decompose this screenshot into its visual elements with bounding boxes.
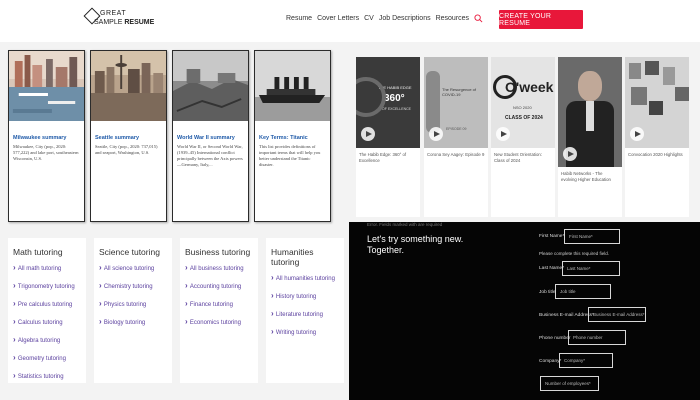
article-description: This list provides definitions of import… <box>259 144 321 168</box>
tutoring-link[interactable]: Statistics tutoring <box>13 371 86 380</box>
video-card-habib-edge[interactable]: THE HABIB EDGE 360° OF EXCELLENCE The Ha… <box>356 57 420 217</box>
tutoring-link[interactable]: Calculus tutoring <box>13 317 86 326</box>
required-field-error: Please complete this required field. <box>539 251 610 256</box>
main-nav: Resume Cover Letters CV Job Descriptions… <box>286 15 469 22</box>
article-card-ww2[interactable]: World War II summary World War II, or Se… <box>172 50 249 222</box>
video-thumbnail: O'week NSO 2020 CLASS OF 2024 <box>491 57 555 148</box>
logo-text-top: GREAT <box>100 10 127 17</box>
tutoring-link[interactable]: Pre calculus tutoring <box>13 299 86 308</box>
tutoring-link[interactable]: Geometry tutoring <box>13 353 86 362</box>
tutoring-link[interactable]: Economics tutoring <box>185 317 258 326</box>
site-logo[interactable]: GREAT SAMPLE RESUME <box>83 7 166 31</box>
play-icon[interactable] <box>496 127 510 141</box>
form-intro-line1: Let's try something new. <box>367 234 464 244</box>
business-tutoring-panel: Business tutoring All business tutoring … <box>180 238 258 383</box>
article-description: Seattle, City (pop., 2020: 737,015) and … <box>95 144 158 156</box>
tutoring-link[interactable]: All humanities tutoring <box>271 273 344 282</box>
article-title[interactable]: World War II summary <box>173 126 248 144</box>
video-thumbnail <box>625 57 689 148</box>
video-caption: Habib Networks - The evolving Higher Edu… <box>561 171 611 182</box>
tutoring-link[interactable]: Chemistry tutoring <box>99 281 172 290</box>
panel-heading: Business tutoring <box>185 247 251 257</box>
form-top-note: Error. Fields marked with are required <box>367 222 443 227</box>
article-description: Milwaukee, City (pop., 2020: 577,222) an… <box>13 144 79 162</box>
play-icon[interactable] <box>563 147 577 161</box>
world-war-ii-image <box>173 51 248 121</box>
math-tutoring-panel: Math tutoring All math tutoring Trigonom… <box>8 238 86 383</box>
contact-form: Error. Fields marked with are required L… <box>349 222 700 400</box>
video-card-convocation[interactable]: Convocation 2020 Highlights <box>625 57 689 217</box>
panel-heading: Humanities tutoring <box>271 247 314 267</box>
tutoring-link[interactable]: History tutoring <box>271 291 344 300</box>
first-name-label: First Name* <box>539 234 565 239</box>
titanic-image <box>255 51 330 121</box>
article-description: World War II, or Second World War, (1939… <box>177 144 243 168</box>
milwaukee-image <box>9 51 84 121</box>
article-title[interactable]: Key Terms: Titanic <box>255 126 330 144</box>
article-title[interactable]: Milwaukee summary <box>9 126 84 144</box>
site-header: GREAT SAMPLE RESUME Resume Cover Letters… <box>0 0 700 42</box>
page: GREAT SAMPLE RESUME Resume Cover Letters… <box>0 0 700 400</box>
nav-cv[interactable]: CV <box>364 15 374 22</box>
video-caption: Corona Sey Aagey: Episode 9 <box>427 152 485 157</box>
email-label: Business E-mail Address* <box>539 313 594 318</box>
tutoring-link[interactable]: Algebra tutoring <box>13 335 86 344</box>
video-thumbnail: THE HABIB EDGE 360° OF EXCELLENCE <box>356 57 420 148</box>
phone-label: Phone number <box>539 336 571 341</box>
panel-heading: Math tutoring <box>13 247 63 257</box>
business-email-field[interactable]: Business E-mail Address* <box>588 307 646 322</box>
video-card-orientation[interactable]: O'week NSO 2020 CLASS OF 2024 New Studen… <box>491 57 555 217</box>
tutoring-link[interactable]: All science tutoring <box>99 263 172 272</box>
video-caption: Convocation 2020 Highlights <box>628 152 683 157</box>
play-icon[interactable] <box>630 127 644 141</box>
search-icon[interactable] <box>474 14 483 23</box>
last-name-label: Last Name* <box>539 266 565 271</box>
play-icon[interactable] <box>429 127 443 141</box>
article-title[interactable]: Seattle summary <box>91 126 166 144</box>
humanities-tutoring-panel: Humanities tutoring All humanities tutor… <box>266 238 344 383</box>
logo-text-bottom: SAMPLE RESUME <box>94 19 155 26</box>
nav-resources[interactable]: Resources <box>436 15 469 22</box>
tutoring-link[interactable]: Finance tutoring <box>185 299 258 308</box>
form-intro-line2: Together. <box>367 245 405 255</box>
tutoring-link[interactable]: Physics tutoring <box>99 299 172 308</box>
first-name-field[interactable]: First Name* <box>564 229 620 244</box>
tutoring-link[interactable]: Accounting tutoring <box>185 281 258 290</box>
tutoring-link[interactable]: Literature tutoring <box>271 309 344 318</box>
tutoring-link[interactable]: Biology tutoring <box>99 317 172 326</box>
article-card-milwaukee[interactable]: Milwaukee summary Milwaukee, City (pop.,… <box>8 50 85 222</box>
tutoring-link[interactable]: All business tutoring <box>185 263 258 272</box>
last-name-field[interactable]: Last Name* <box>562 261 620 276</box>
article-card-seattle[interactable]: Seattle summary Seattle, City (pop., 202… <box>90 50 167 222</box>
article-card-titanic[interactable]: Key Terms: Titanic This list provides de… <box>254 50 331 222</box>
video-caption: New Student Orientation: Class of 2024 <box>494 152 543 163</box>
nav-cover-letters[interactable]: Cover Letters <box>317 15 359 22</box>
job-title-field[interactable]: Job title <box>555 284 611 299</box>
video-thumbnail: The Resurgence of COVID-19 EPISODE 09 <box>424 57 488 148</box>
panel-heading: Science tutoring <box>99 247 160 257</box>
nav-resume[interactable]: Resume <box>286 15 312 22</box>
tutoring-link[interactable]: Writing tutoring <box>271 327 344 336</box>
video-card-corona[interactable]: The Resurgence of COVID-19 EPISODE 09 Co… <box>424 57 488 217</box>
nav-job-descriptions[interactable]: Job Descriptions <box>379 15 431 22</box>
company-field[interactable]: Company* <box>559 353 613 368</box>
seattle-image <box>91 51 166 121</box>
job-title-label: Job title <box>539 290 556 295</box>
video-caption: The Habib Edge: 360° of Excellence <box>359 152 407 163</box>
phone-number-field[interactable]: Phone number <box>568 330 626 345</box>
tutoring-link[interactable]: All math tutoring <box>13 263 86 272</box>
number-of-employees-select[interactable]: Number of employees* <box>540 376 599 391</box>
create-resume-button[interactable]: CREATE YOUR RESUME <box>499 10 583 29</box>
play-icon[interactable] <box>361 127 375 141</box>
tutoring-link[interactable]: Trigonometry tutoring <box>13 281 86 290</box>
science-tutoring-panel: Science tutoring All science tutoring Ch… <box>94 238 172 383</box>
video-card-habib-networks[interactable]: Habib Networks - The evolving Higher Edu… <box>558 57 622 217</box>
video-thumbnail <box>558 57 622 167</box>
